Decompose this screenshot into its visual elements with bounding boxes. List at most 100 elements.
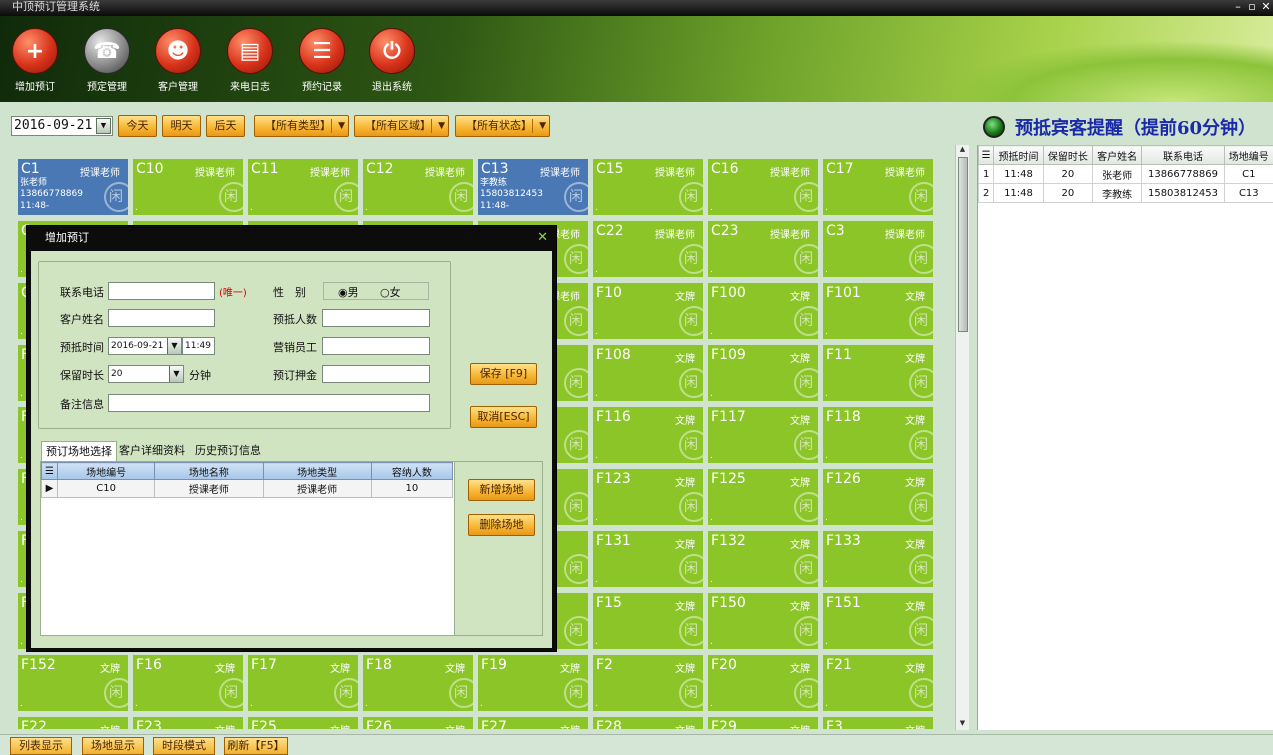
day-after-button[interactable]: 后天 [206,115,245,137]
today-button[interactable]: 今天 [118,115,157,137]
close-window-icon[interactable]: ✕ [1259,0,1273,14]
hold-duration-select[interactable]: 20 ▼ [108,365,184,383]
venue-tile[interactable]: F23文牌.闲 [133,717,243,729]
venue-tile[interactable]: F17 文牌. 闲 [248,655,358,711]
delete-venue-button[interactable]: 删除场地 [468,514,535,536]
toolbar-call-log-button[interactable]: ▤ 来电日志 [220,28,280,93]
venue-tile[interactable]: F22文牌.闲 [18,717,128,729]
tab-booking-history[interactable]: 历史预订信息 [191,441,265,461]
table-row[interactable]: ▶ C10 授课老师 授课老师 10 [40,479,454,498]
toolbar-records-button[interactable]: ☰ 预约记录 [292,28,352,93]
venue-tile[interactable]: F25文牌.闲 [248,717,358,729]
venue-tile[interactable]: F125 文牌. 闲 [708,469,818,525]
venue-tile[interactable]: F18 文牌. 闲 [363,655,473,711]
venue-tile[interactable]: F150 文牌. 闲 [708,593,818,649]
column-header[interactable]: 场地类型 [262,462,372,480]
toolbar-customer-manage-button[interactable]: ☻ 客户管理 [148,28,208,93]
column-header[interactable]: 场地名称 [154,462,264,480]
toolbar-add-booking-button[interactable]: + 增加预订 [5,28,65,93]
arrival-time-field[interactable]: 11:49 [182,337,215,355]
venue-tile[interactable]: F10 文牌. 闲 [593,283,703,339]
note-field[interactable] [108,394,430,412]
venue-tile[interactable]: F3文牌.闲 [823,717,933,729]
add-venue-button[interactable]: 新增场地 [468,479,535,501]
column-header[interactable]: 预抵时间 [993,145,1044,165]
venue-tile[interactable]: F16 文牌. 闲 [133,655,243,711]
venue-tile[interactable]: F132 文牌. 闲 [708,531,818,587]
venue-tile[interactable]: C1 授课老师 张老师 13866778869 11:48- 闲 [18,159,128,215]
venue-tile[interactable]: C22 授课老师. 闲 [593,221,703,277]
venue-tile[interactable]: C3 授课老师. 闲 [823,221,933,277]
arrival-date-field[interactable]: 2016-09-21 ▼ [108,337,182,355]
venue-view-button[interactable]: 场地显示 [82,737,144,755]
venue-tile[interactable]: F101 文牌. 闲 [823,283,933,339]
venue-tile[interactable]: F117 文牌. 闲 [708,407,818,463]
venue-tile[interactable]: C15 授课老师. 闲 [593,159,703,215]
column-header[interactable]: 场地编号 [1223,145,1273,165]
venue-tile[interactable]: C11 授课老师. 闲 [248,159,358,215]
venue-tile[interactable]: F131 文牌. 闲 [593,531,703,587]
status-filter-dropdown[interactable]: 【所有状态】 ▼ [455,115,550,137]
venue-tile[interactable]: F109 文牌. 闲 [708,345,818,401]
venue-tile[interactable]: C13 授课老师 李教练 15803812453 11:48- 闲 [478,159,588,215]
venue-tile[interactable]: F2 文牌. 闲 [593,655,703,711]
chevron-down-icon[interactable]: ▼ [167,338,181,354]
column-header[interactable]: 容纳人数 [370,462,454,480]
column-header[interactable]: 客户姓名 [1091,145,1143,165]
table-row[interactable]: 1 11:48 20 张老师 13866778869 C1 [977,164,1273,184]
venue-tile[interactable]: C12 授课老师. 闲 [363,159,473,215]
minimize-icon[interactable]: – [1231,0,1245,14]
staff-field[interactable] [322,337,430,355]
venue-tile[interactable]: F29文牌.闲 [708,717,818,729]
tab-venue-select[interactable]: 预订场地选择 [41,441,117,461]
venue-tile[interactable]: F118 文牌. 闲 [823,407,933,463]
venue-tile[interactable]: F100 文牌. 闲 [708,283,818,339]
column-header[interactable]: 保留时长 [1042,145,1094,165]
venue-tile[interactable]: F151 文牌. 闲 [823,593,933,649]
type-filter-dropdown[interactable]: 【所有类型】 ▼ [254,115,349,137]
list-view-button[interactable]: 列表显示 [10,737,72,755]
male-radio[interactable]: ◉男 [338,284,359,300]
venue-tile[interactable]: F26文牌.闲 [363,717,473,729]
table-row[interactable]: 2 11:48 20 李教练 15803812453 C13 [977,183,1273,203]
scroll-down-icon[interactable]: ▼ [956,719,969,730]
toolbar-exit-button[interactable]: ⏻ 退出系统 [362,28,422,93]
row-menu-icon[interactable]: ☰ [977,145,995,165]
column-header[interactable]: 场地编号 [57,462,156,480]
cancel-button[interactable]: 取消[ESC] [470,406,537,428]
venue-tile[interactable]: F19 文牌. 闲 [478,655,588,711]
phone-field[interactable] [108,282,215,300]
venue-tile[interactable]: F116 文牌. 闲 [593,407,703,463]
deposit-field[interactable] [322,365,430,383]
venue-tile[interactable]: F108 文牌. 闲 [593,345,703,401]
column-header[interactable]: 联系电话 [1141,145,1225,165]
scroll-up-icon[interactable]: ▲ [956,145,969,156]
venue-tile[interactable]: F11 文牌. 闲 [823,345,933,401]
tomorrow-button[interactable]: 明天 [162,115,201,137]
venue-tile[interactable]: F152 文牌. 闲 [18,655,128,711]
customer-name-field[interactable] [108,309,215,327]
save-button[interactable]: 保存 [F9] [470,363,537,385]
venue-tile[interactable]: C17 授课老师. 闲 [823,159,933,215]
chevron-down-icon[interactable]: ▼ [96,118,111,134]
venue-tile[interactable]: F20 文牌. 闲 [708,655,818,711]
chevron-down-icon[interactable]: ▼ [169,366,183,382]
guests-field[interactable] [322,309,430,327]
venue-tile[interactable]: F21 文牌. 闲 [823,655,933,711]
row-menu-icon[interactable]: ☰ [40,462,59,480]
close-icon[interactable]: ✕ [537,230,548,245]
venue-tile[interactable]: F15 文牌. 闲 [593,593,703,649]
restore-icon[interactable]: ▫ [1245,0,1259,14]
area-filter-dropdown[interactable]: 【所有区域】 ▼ [354,115,449,137]
venue-tile[interactable]: F28文牌.闲 [593,717,703,729]
toolbar-booking-manage-button[interactable]: ☎ 预定管理 [77,28,137,93]
tab-customer-details[interactable]: 客户详细资料 [115,441,189,461]
female-radio[interactable]: ○女 [380,284,401,300]
venue-tile[interactable]: C23 授课老师. 闲 [708,221,818,277]
grid-scrollbar[interactable]: ▲ ▼ [955,145,969,730]
venue-tile[interactable]: C16 授课老师. 闲 [708,159,818,215]
venue-tile[interactable]: C10 授课老师. 闲 [133,159,243,215]
venue-tile[interactable]: F123 文牌. 闲 [593,469,703,525]
venue-tile[interactable]: F133 文牌. 闲 [823,531,933,587]
scrollbar-thumb[interactable] [958,157,968,332]
